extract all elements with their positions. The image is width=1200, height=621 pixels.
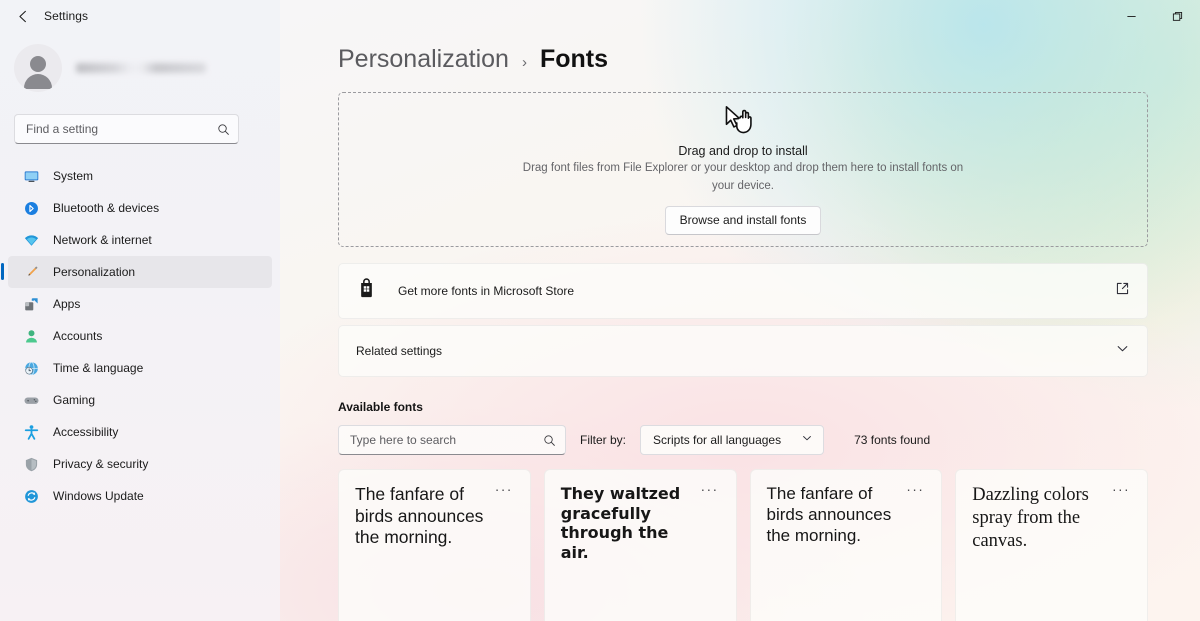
chevron-down-icon [1115, 341, 1130, 361]
available-fonts-title: Available fonts [338, 400, 1148, 414]
sidebar-item-label: Network & internet [53, 233, 152, 247]
back-arrow-icon [16, 9, 31, 24]
font-card-menu-button[interactable]: ··· [494, 484, 514, 502]
fonts-filter-row: Filter by: Scripts for all languages 73 … [338, 425, 1148, 455]
dropzone-title: Drag and drop to install [678, 144, 807, 158]
title-bar: Settings [0, 0, 1200, 32]
microsoft-store-icon [356, 278, 377, 304]
search-icon [217, 123, 230, 136]
bluetooth-icon [23, 200, 40, 217]
sidebar-item-gaming[interactable]: Gaming [8, 384, 272, 416]
get-more-fonts-store-card[interactable]: Get more fonts in Microsoft Store [338, 263, 1148, 319]
restore-icon [1172, 11, 1183, 22]
sidebar-item-system[interactable]: System [8, 160, 272, 192]
sidebar-item-label: Bluetooth & devices [53, 201, 159, 215]
sidebar-item-time-language[interactable]: Time & language [8, 352, 272, 384]
page-title: Fonts [540, 45, 608, 74]
script-filter-dropdown[interactable]: Scripts for all languages [640, 425, 824, 455]
minimize-button[interactable] [1108, 0, 1154, 32]
font-card[interactable]: The fanfare of birds announces the morni… [750, 469, 943, 621]
font-preview-text: They waltzed gracefully through the air. [561, 484, 700, 563]
sidebar-nav: System Bluetooth & devices Network & int… [0, 160, 280, 512]
minimize-icon [1126, 11, 1137, 22]
account-tile[interactable] [0, 32, 280, 92]
font-preview-text: Dazzling colors spray from the canvas. [972, 484, 1111, 552]
search-icon [543, 434, 556, 447]
accessibility-icon [23, 424, 40, 441]
monitor-icon [23, 168, 40, 185]
paintbrush-icon [23, 264, 40, 281]
app-title: Settings [44, 9, 88, 23]
person-icon [23, 328, 40, 345]
sidebar-item-accessibility[interactable]: Accessibility [8, 416, 272, 448]
sidebar-item-apps[interactable]: Apps [8, 288, 272, 320]
wifi-icon [23, 232, 40, 249]
sidebar-item-personalization[interactable]: Personalization [8, 256, 272, 288]
search-input[interactable] [26, 122, 217, 136]
clock-globe-icon [23, 360, 40, 377]
font-preview-text: The fanfare of birds announces the morni… [355, 484, 494, 549]
related-settings-label: Related settings [356, 344, 442, 358]
font-card-menu-button[interactable]: ··· [1111, 484, 1131, 502]
sidebar: System Bluetooth & devices Network & int… [0, 32, 280, 621]
sidebar-item-privacy-security[interactable]: Privacy & security [8, 448, 272, 480]
font-preview-text: The fanfare of birds announces the morni… [767, 484, 906, 547]
gamepad-icon [23, 392, 40, 409]
browse-and-install-fonts-button[interactable]: Browse and install fonts [665, 206, 822, 235]
sidebar-item-label: Accounts [53, 329, 102, 343]
sidebar-item-label: Privacy & security [53, 457, 148, 471]
main-content: Personalization › Fonts Drag and drop to… [280, 32, 1200, 621]
chevron-right-icon: › [522, 54, 527, 71]
filter-by-label: Filter by: [580, 433, 626, 447]
dropzone-description: Drag font files from File Explorer or yo… [518, 160, 968, 196]
sidebar-item-label: Accessibility [53, 425, 118, 439]
account-name-blurred [76, 63, 206, 73]
font-search-box[interactable] [338, 425, 566, 455]
font-card[interactable]: Dazzling colors spray from the canvas. ·… [955, 469, 1148, 621]
font-search-input[interactable] [350, 433, 543, 447]
font-grid: The fanfare of birds announces the morni… [338, 469, 1148, 621]
shield-icon [23, 456, 40, 473]
sidebar-item-label: Apps [53, 297, 80, 311]
sidebar-item-label: Windows Update [53, 489, 144, 503]
apps-icon [23, 296, 40, 313]
sidebar-item-windows-update[interactable]: Windows Update [8, 480, 272, 512]
script-filter-value: Scripts for all languages [653, 433, 781, 447]
font-card[interactable]: They waltzed gracefully through the air.… [544, 469, 737, 621]
drag-drop-cursor-icon [722, 104, 764, 138]
sidebar-item-label: Gaming [53, 393, 95, 407]
sidebar-item-bluetooth-devices[interactable]: Bluetooth & devices [8, 192, 272, 224]
font-card[interactable]: The fanfare of birds announces the morni… [338, 469, 531, 621]
settings-search-box[interactable] [14, 114, 239, 144]
external-link-icon [1115, 281, 1130, 301]
chevron-down-icon [801, 431, 813, 449]
related-settings-card[interactable]: Related settings [338, 325, 1148, 377]
sidebar-item-accounts[interactable]: Accounts [8, 320, 272, 352]
store-card-label: Get more fonts in Microsoft Store [398, 284, 574, 298]
update-icon [23, 488, 40, 505]
window-controls [1108, 0, 1200, 32]
breadcrumb: Personalization › Fonts [280, 32, 1200, 74]
breadcrumb-parent[interactable]: Personalization [338, 45, 509, 74]
avatar [14, 44, 62, 92]
sidebar-item-network-internet[interactable]: Network & internet [8, 224, 272, 256]
font-card-menu-button[interactable]: ··· [905, 484, 925, 502]
back-button[interactable] [6, 3, 40, 29]
sidebar-item-label: Time & language [53, 361, 143, 375]
sidebar-item-label: System [53, 169, 93, 183]
restore-button[interactable] [1154, 0, 1200, 32]
font-dropzone[interactable]: Drag and drop to install Drag font files… [338, 92, 1148, 247]
sidebar-item-label: Personalization [53, 265, 135, 279]
fonts-found-count: 73 fonts found [854, 433, 930, 447]
font-card-menu-button[interactable]: ··· [700, 484, 720, 502]
